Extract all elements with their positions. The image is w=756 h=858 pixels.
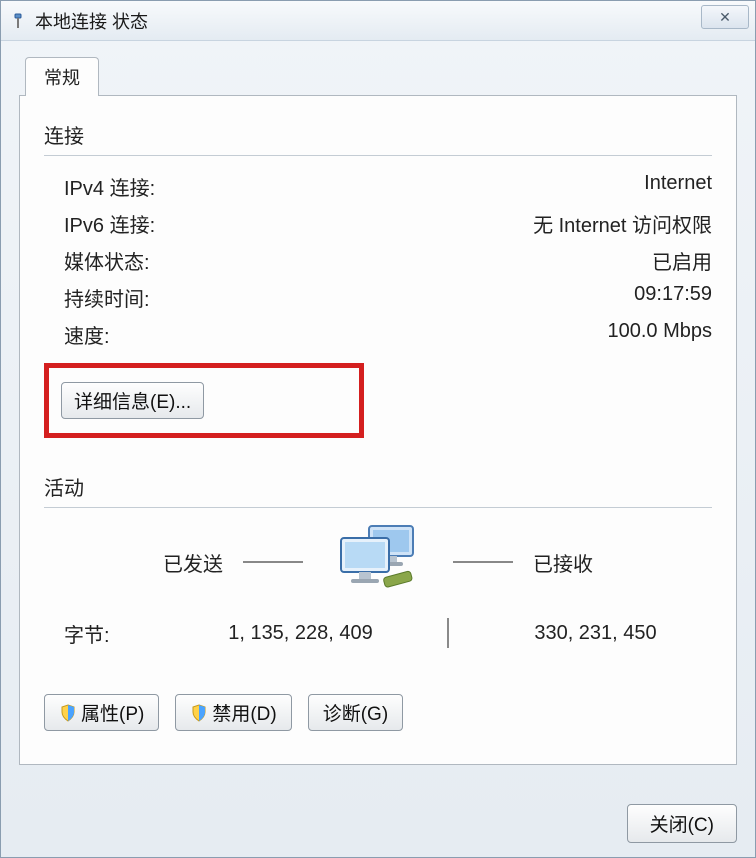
dash-line — [453, 561, 513, 563]
connection-group: 连接 IPv4 连接: Internet IPv6 连接: 无 Internet… — [44, 120, 712, 438]
network-computers-icon — [323, 522, 433, 602]
row-media: 媒体状态: 已启用 — [44, 242, 712, 279]
received-label: 已接收 — [533, 548, 593, 577]
disable-button-label: 禁用(D) — [212, 699, 276, 726]
ipv6-label: IPv6 连接: — [64, 209, 155, 238]
row-ipv6: IPv6 连接: 无 Internet 访问权限 — [44, 205, 712, 242]
divider — [44, 507, 712, 508]
duration-label: 持续时间: — [64, 283, 150, 312]
tabs-row: 常规 — [25, 57, 737, 96]
dialog-content: 常规 连接 IPv4 连接: Internet IPv6 连接: 无 Inter… — [1, 41, 755, 775]
highlight-box: 详细信息(E)... — [44, 363, 364, 438]
row-speed: 速度: 100.0 Mbps — [44, 316, 712, 353]
shield-icon — [59, 704, 77, 722]
window-close-button[interactable]: ✕ — [701, 5, 749, 29]
ipv4-label: IPv4 连接: — [64, 172, 155, 201]
connection-group-label: 连接 — [44, 120, 712, 149]
shield-icon — [190, 704, 208, 722]
close-button[interactable]: 关闭(C) — [627, 804, 737, 843]
network-adapter-icon — [9, 12, 27, 30]
bytes-row: 字节: 1, 135, 228, 409 330, 231, 450 — [44, 612, 712, 648]
divider — [44, 155, 712, 156]
tab-general[interactable]: 常规 — [25, 57, 99, 96]
media-label: 媒体状态: — [64, 246, 150, 275]
activity-group-label: 活动 — [44, 472, 712, 501]
close-icon: ✕ — [719, 9, 731, 26]
dash-line — [243, 561, 303, 563]
bytes-label: 字节: — [64, 619, 184, 648]
media-value: 已启用 — [652, 246, 712, 275]
sent-label: 已发送 — [163, 548, 223, 577]
bytes-received-value: 330, 231, 450 — [479, 622, 712, 645]
dialog-footer: 关闭(C) — [627, 804, 737, 843]
status-dialog: 本地连接 状态 ✕ 常规 连接 IPv4 连接: Internet IPv6 连… — [0, 0, 756, 858]
activity-visual: 已发送 — [44, 522, 712, 602]
action-buttons-row: 属性(P) 禁用(D) 诊断(G) — [44, 694, 712, 731]
diagnose-button[interactable]: 诊断(G) — [308, 694, 403, 731]
title-bar: 本地连接 状态 ✕ — [1, 1, 755, 41]
tab-panel-general: 连接 IPv4 连接: Internet IPv6 连接: 无 Internet… — [19, 95, 737, 765]
diagnose-button-label: 诊断(G) — [323, 699, 388, 726]
bytes-divider — [447, 618, 449, 648]
speed-label: 速度: — [64, 320, 110, 349]
ipv6-value: 无 Internet 访问权限 — [533, 209, 712, 238]
properties-button[interactable]: 属性(P) — [44, 694, 159, 731]
row-duration: 持续时间: 09:17:59 — [44, 279, 712, 316]
activity-group: 活动 已发送 — [44, 472, 712, 648]
speed-value: 100.0 Mbps — [607, 320, 712, 349]
details-button[interactable]: 详细信息(E)... — [61, 382, 204, 419]
ipv4-value: Internet — [644, 172, 712, 201]
window-title: 本地连接 状态 — [35, 8, 148, 34]
properties-button-label: 属性(P) — [81, 699, 144, 726]
row-ipv4: IPv4 连接: Internet — [44, 168, 712, 205]
bytes-sent-value: 1, 135, 228, 409 — [184, 622, 417, 645]
disable-button[interactable]: 禁用(D) — [175, 694, 291, 731]
duration-value: 09:17:59 — [634, 283, 712, 312]
